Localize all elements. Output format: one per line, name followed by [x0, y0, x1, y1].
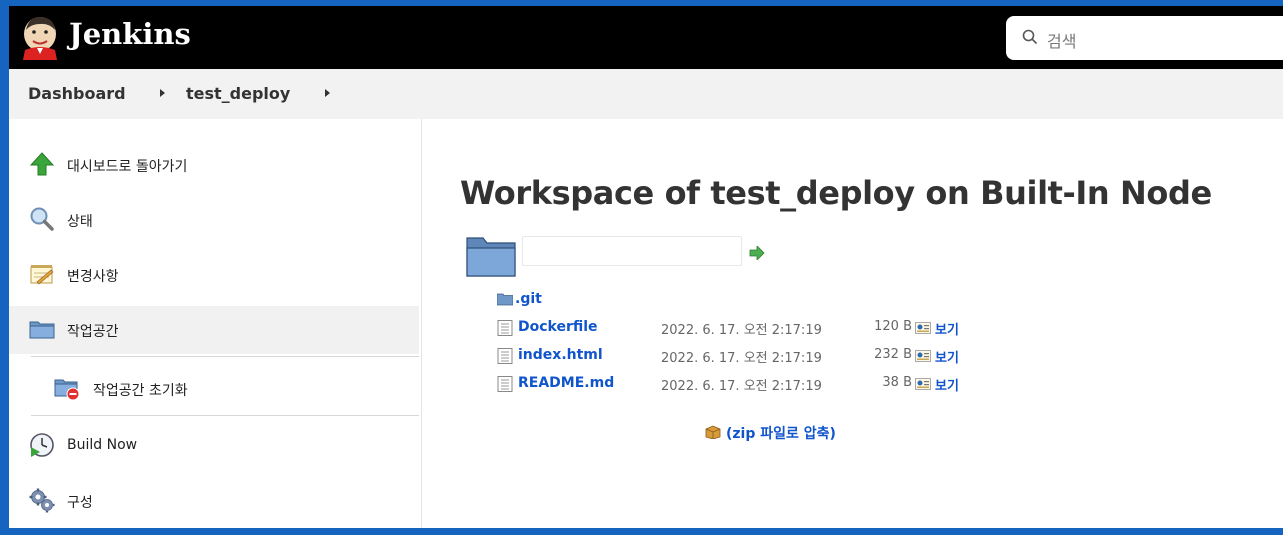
file-icon	[497, 320, 513, 336]
view-link[interactable]: 보기	[935, 347, 959, 366]
brand-title[interactable]: Jenkins	[69, 14, 191, 54]
top-bar: Jenkins 검색	[9, 6, 1283, 69]
chevron-right-icon[interactable]	[325, 89, 330, 97]
file-link[interactable]: .git	[515, 291, 542, 307]
folder-delete-icon	[54, 379, 80, 401]
sidebar-item-changes[interactable]: 변경사항	[9, 251, 419, 299]
up-arrow-icon	[29, 152, 55, 176]
file-row-index-html: index.html 2022. 6. 17. 오전 2:17:19 232 B…	[497, 346, 1017, 366]
sidebar-item-label: Build Now	[67, 437, 138, 453]
notepad-icon	[30, 265, 54, 285]
gear-icon	[29, 488, 55, 513]
search-box[interactable]: 검색	[1006, 16, 1283, 60]
sidebar-item-label: 변경사항	[67, 269, 119, 285]
zip-link[interactable]: (zip 파일로 압축)	[726, 423, 836, 443]
file-size: 38 B	[882, 375, 912, 390]
page-title: Workspace of test_deploy on Built-In Nod…	[460, 174, 1212, 212]
sidebar-item-label: 상태	[67, 214, 93, 230]
breadcrumb-test-deploy[interactable]: test_deploy	[186, 84, 290, 103]
sidebar-item-configure[interactable]: 구성	[9, 477, 419, 525]
view-link[interactable]: 보기	[935, 375, 959, 394]
file-size: 232 B	[874, 347, 912, 362]
sidebar-item-label: 작업공간 초기화	[93, 383, 188, 399]
view-link[interactable]: 보기	[935, 319, 959, 338]
magnifier-icon	[30, 207, 54, 231]
file-date: 2022. 6. 17. 오전 2:17:19	[661, 351, 822, 366]
sidebar-item-label: 대시보드로 돌아가기	[67, 159, 188, 175]
file-date: 2022. 6. 17. 오전 2:17:19	[661, 379, 822, 394]
file-icon	[497, 348, 513, 364]
sidebar-item-back-to-dashboard[interactable]: 대시보드로 돌아가기	[9, 141, 419, 189]
chevron-right-icon[interactable]	[160, 89, 165, 97]
sidebar-item-wipe-workspace[interactable]: 작업공간 초기화	[9, 365, 419, 413]
package-icon	[705, 425, 721, 439]
workspace-path-input[interactable]	[522, 236, 742, 266]
divider	[31, 356, 419, 357]
sidebar-item-workspace[interactable]: 작업공간	[9, 306, 419, 354]
breadcrumb: Dashboard test_deploy	[9, 69, 1283, 119]
file-size: 120 B	[874, 319, 912, 334]
fingerprint-icon[interactable]	[915, 378, 931, 390]
file-row-dockerfile: Dockerfile 2022. 6. 17. 오전 2:17:19 120 B…	[497, 318, 1017, 338]
fingerprint-icon[interactable]	[915, 350, 931, 362]
folder-icon	[497, 293, 513, 306]
file-link[interactable]: Dockerfile	[518, 319, 598, 335]
jenkins-window: Jenkins 검색 Dashboard test_deploy 대시보드로 돌…	[9, 6, 1283, 528]
file-date: 2022. 6. 17. 오전 2:17:19	[661, 323, 822, 338]
file-icon	[497, 376, 513, 392]
folder-icon[interactable]	[465, 232, 517, 278]
file-link[interactable]: index.html	[518, 347, 603, 363]
sidebar-item-label: 구성	[67, 495, 93, 511]
file-link[interactable]: README.md	[518, 375, 614, 391]
file-row-git: .git	[497, 290, 1017, 310]
go-arrow-icon[interactable]	[749, 246, 765, 260]
search-icon	[1022, 29, 1038, 45]
sidebar-item-status[interactable]: 상태	[9, 196, 419, 244]
search-input[interactable]: 검색	[1047, 28, 1076, 52]
file-row-readme: README.md 2022. 6. 17. 오전 2:17:19 38 B 보…	[497, 374, 1017, 394]
sidebar-item-build-now[interactable]: Build Now	[9, 422, 419, 470]
clock-play-icon	[30, 433, 54, 457]
fingerprint-icon[interactable]	[915, 322, 931, 334]
folder-icon	[29, 321, 55, 339]
sidebar: 대시보드로 돌아가기 상태 변경사항 작업공간 작업공간 초기화 Build N…	[9, 119, 422, 528]
divider	[31, 415, 419, 416]
breadcrumb-dashboard[interactable]: Dashboard	[28, 84, 126, 103]
jenkins-logo-icon[interactable]	[19, 14, 61, 60]
sidebar-item-label: 작업공간	[67, 324, 119, 340]
